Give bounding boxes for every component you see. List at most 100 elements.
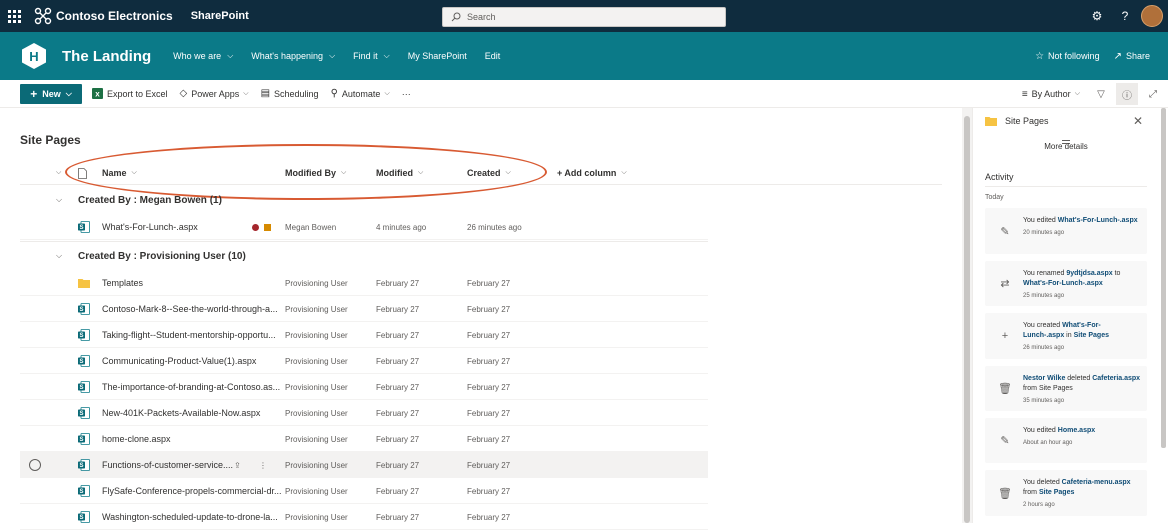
expand-icon[interactable]: ⤢ xyxy=(1142,83,1164,105)
avatar[interactable] xyxy=(1141,5,1163,27)
follow-button[interactable]: ☆ Not following xyxy=(1035,51,1100,62)
list-row[interactable]: S Taking-flight--Student-mentorship-oppor… xyxy=(20,322,708,348)
svg-text:S: S xyxy=(79,359,83,365)
cell-created: February 27 xyxy=(467,382,511,392)
close-icon[interactable]: ✕ xyxy=(1133,114,1143,128)
pane-title: Site Pages xyxy=(1005,116,1049,126)
pencil-icon: ✎ xyxy=(1000,435,1010,447)
list-row[interactable]: S Functions-of-customer-service.... Provis… xyxy=(20,452,708,478)
activity-link[interactable]: Home.aspx xyxy=(1058,427,1095,434)
export-to-excel-button[interactable]: x Export to Excel xyxy=(92,88,168,99)
activity-link[interactable]: Cafeteria.aspx xyxy=(1092,375,1140,382)
folder-icon xyxy=(78,279,90,288)
share-button[interactable]: ↗ Share xyxy=(1114,51,1150,62)
list-row[interactable]: S Washington-scheduled-update-to-drone-la… xyxy=(20,504,708,530)
activity-card[interactable]: ✎ You edited Home.aspx About an hour ago xyxy=(985,418,1147,463)
activity-link[interactable]: Nestor Wilke xyxy=(1023,375,1065,382)
list-row[interactable]: Templates Provisioning User February 27 Feb… xyxy=(20,270,708,296)
more-details-link[interactable]: More details xyxy=(973,142,1159,151)
add-column-button[interactable]: + Add column ⌵ xyxy=(557,165,627,181)
cell-name[interactable]: Washington-scheduled-update-to-drone-la.… xyxy=(102,504,278,530)
more-actions-icon[interactable]: ⋮ xyxy=(259,452,267,478)
list-row[interactable]: Shome-clone.aspx Provisioning User Februar… xyxy=(20,426,708,452)
more-commands-button[interactable]: ··· xyxy=(402,89,411,99)
export-label: Export to Excel xyxy=(107,88,168,99)
activity-text-part: deleted xyxy=(1065,375,1093,382)
activity-link[interactable]: Site Pages xyxy=(1039,489,1074,496)
activity-text-part: from xyxy=(1023,489,1039,496)
sharepoint-page-icon: S xyxy=(78,221,90,233)
share-icon: ↗ xyxy=(1113,50,1122,62)
cell-name[interactable]: Templates xyxy=(102,270,143,296)
cell-modified-by: Provisioning User xyxy=(285,278,348,288)
cell-name[interactable]: Contoso-Mark-8--See-the-world-through-a.… xyxy=(102,296,278,322)
list-row[interactable]: S FlySafe-Conference-propels-commercial-d… xyxy=(20,478,708,504)
list-scrollbar[interactable] xyxy=(962,108,972,523)
search-icon xyxy=(451,12,461,22)
sharepoint-page-icon: S xyxy=(78,355,90,367)
view-selector[interactable]: ≡ By Author ⌵ xyxy=(1022,89,1080,100)
nav-label: Find it xyxy=(353,51,378,61)
list-row[interactable]: S Communicating-Product-Value(1).aspx Prov… xyxy=(20,348,708,374)
nav-my-sharepoint[interactable]: My SharePoint xyxy=(408,51,467,61)
list-row[interactable]: S What's-For-Lunch-.aspx Megan Bowen 4 minu… xyxy=(20,214,708,240)
cell-name[interactable]: Communicating-Product-Value(1).aspx xyxy=(102,348,256,374)
group-header-megan[interactable]: ⌵ Created By : Megan Bowen (1) xyxy=(56,192,222,208)
app-launcher-icon[interactable] xyxy=(0,0,28,32)
search-box[interactable]: Search xyxy=(442,7,726,27)
nav-whats-happening[interactable]: What's happening ⌵ xyxy=(251,51,335,61)
view-lines-icon: ≡ xyxy=(1021,88,1028,100)
scrollbar-thumb[interactable] xyxy=(964,116,970,523)
activity-link[interactable]: 9ydtjdsa.aspx xyxy=(1066,270,1112,277)
list-row[interactable]: S The-importance-of-branding-at-Contoso.a… xyxy=(20,374,708,400)
cell-modified-by: Provisioning User xyxy=(285,304,348,314)
activity-card[interactable]: 🗑 You deleted Cafeteria-menu.aspx from Si… xyxy=(985,470,1147,516)
nav-edit[interactable]: Edit xyxy=(485,51,501,61)
cell-modified-by: Megan Bowen xyxy=(285,222,337,232)
activity-link[interactable]: What's-For-Lunch-.aspx xyxy=(1058,217,1138,224)
nav-who-we-are[interactable]: Who we are ⌵ xyxy=(173,51,233,61)
activity-card[interactable]: 🗑 Nestor Wilke deleted Cafeteria.aspx fro… xyxy=(985,366,1147,411)
row-select-radio[interactable] xyxy=(29,459,41,471)
activity-text: You deleted Cafeteria-menu.aspx from Sit… xyxy=(1023,478,1141,510)
group-header-provisioning[interactable]: ⌵ Created By : Provisioning User (10) xyxy=(56,248,246,264)
filter-icon[interactable]: ▽ xyxy=(1090,83,1112,105)
scrollbar-thumb[interactable] xyxy=(1161,108,1166,448)
scheduling-button[interactable]: ▤ Scheduling xyxy=(261,88,319,99)
collapse-all-icon[interactable]: ⌵ xyxy=(56,165,61,181)
share-row-icon[interactable]: ⇪ xyxy=(234,452,241,478)
contoso-logo-icon xyxy=(34,7,52,25)
site-logo-icon[interactable]: H xyxy=(20,42,48,70)
cell-name[interactable]: Taking-flight--Student-mentorship-opport… xyxy=(102,322,276,348)
activity-card[interactable]: + You created What's-For-Lunch-.aspx in S… xyxy=(985,313,1147,359)
cell-name[interactable]: What's-For-Lunch-.aspx xyxy=(102,214,198,240)
chevron-down-icon: ⌵ xyxy=(56,251,63,260)
new-button[interactable]: + New ⌵ xyxy=(20,83,82,104)
list-row[interactable]: S Contoso-Mark-8--See-the-world-through-a… xyxy=(20,296,708,322)
gear-icon[interactable]: ⚙ xyxy=(1083,0,1111,32)
site-title[interactable]: The Landing xyxy=(62,48,151,65)
app-name[interactable]: SharePoint xyxy=(191,10,249,22)
activity-link[interactable]: What's-For-Lunch-.aspx xyxy=(1023,280,1103,287)
nav-find-it[interactable]: Find it ⌵ xyxy=(353,51,390,61)
plus-icon: + xyxy=(30,86,38,101)
activity-card[interactable]: ✎ You edited What's-For-Lunch-.aspx 20 min… xyxy=(985,208,1147,254)
activity-link[interactable]: Site Pages xyxy=(1074,332,1109,339)
cell-name[interactable]: FlySafe-Conference-propels-commercial-dr… xyxy=(102,478,282,504)
list-row[interactable]: S New-401K-Packets-Available-Now.aspx Prov… xyxy=(20,400,708,426)
activity-time: 26 minutes ago xyxy=(1023,345,1065,351)
cell-name[interactable]: Functions-of-customer-service.... xyxy=(102,452,233,478)
cell-name[interactable]: New-401K-Packets-Available-Now.aspx xyxy=(102,400,260,426)
cell-name[interactable]: home-clone.aspx xyxy=(102,426,171,452)
activity-card[interactable]: ⇄ You renamed 9ydtjdsa.aspx to What's-For… xyxy=(985,261,1147,306)
pane-scrollbar[interactable] xyxy=(1160,108,1168,523)
automate-button[interactable]: ⚲ Automate ⌵ xyxy=(331,88,390,99)
nav-label: Who we are xyxy=(173,51,222,61)
info-icon[interactable]: ⓘ xyxy=(1116,83,1138,105)
activity-link[interactable]: Cafeteria-menu.aspx xyxy=(1062,479,1131,486)
search-placeholder[interactable]: Search xyxy=(467,12,496,22)
cell-name[interactable]: The-importance-of-branding-at-Contoso.as… xyxy=(102,374,280,400)
brand-name[interactable]: Contoso Electronics xyxy=(56,9,173,23)
question-icon[interactable]: ? xyxy=(1111,0,1139,32)
power-apps-button[interactable]: ◇ Power Apps ⌵ xyxy=(180,88,249,99)
